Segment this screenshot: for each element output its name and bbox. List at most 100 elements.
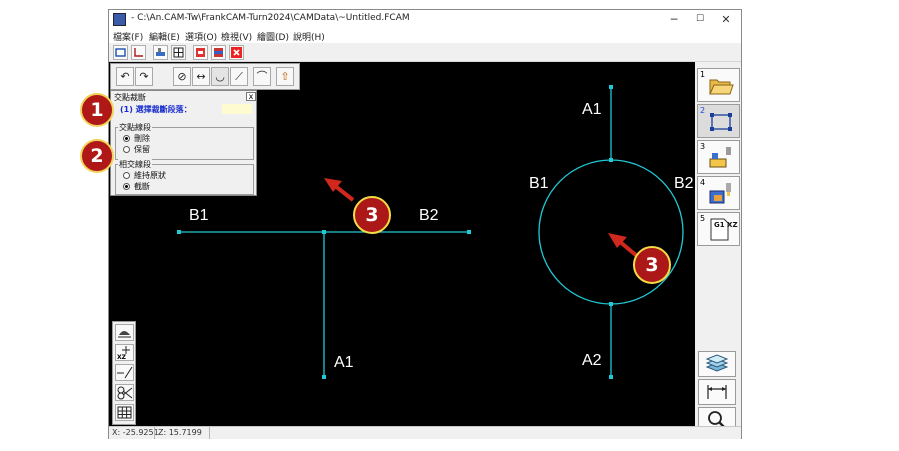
nc-red-icon[interactable] (193, 45, 208, 60)
grid-icon[interactable] (171, 45, 186, 60)
axis-icon[interactable] (131, 45, 146, 60)
radio-keep-original[interactable] (123, 172, 130, 179)
layers-icon (705, 354, 729, 372)
gcode-icon (710, 218, 729, 241)
arrow-left (324, 178, 355, 202)
rectangle-select-icon (710, 113, 732, 131)
svg-text:XZ: XZ (117, 354, 127, 360)
maximize-button[interactable]: ☐ (687, 10, 713, 29)
view-button[interactable] (115, 324, 134, 341)
radio-cut-label: 截斷 (134, 182, 150, 191)
radio-delete-label: 刪除 (134, 134, 150, 143)
grid-toggle-button[interactable] (115, 404, 134, 421)
right-endpoint-a1 (609, 85, 613, 89)
fillet-curve-icon[interactable]: ◡ (211, 67, 229, 86)
upload-icon[interactable]: ⇧ (276, 67, 294, 86)
radio-cut[interactable] (123, 183, 130, 190)
title-bar: - C:\An.CAM-Tw\FrankCAM-Turn2024\CAMData… (109, 10, 741, 29)
xz-axis-icon: XZ (117, 346, 130, 361)
minimize-button[interactable]: ─ (661, 10, 687, 29)
radio-keep-original-label: 維持原狀 (134, 171, 166, 180)
app-icon (113, 13, 126, 26)
trim-icon[interactable]: ⊘ (173, 67, 191, 86)
panel-close-button[interactable]: x (246, 92, 256, 101)
main-toolbar (109, 43, 741, 62)
radio-keep[interactable] (123, 146, 130, 153)
label-left-a1: A1 (334, 354, 354, 371)
panel-title: 交點裁斷 (114, 93, 146, 102)
scissors-button[interactable] (115, 384, 134, 401)
label-left-b1: B1 (189, 207, 209, 224)
group-intersection-segment: 交點線段 刪除 保留 (115, 122, 254, 160)
layers-button[interactable] (698, 351, 736, 377)
segment-input[interactable] (222, 104, 252, 114)
menu-help[interactable]: 說明(H) (293, 30, 325, 43)
label-right-b1: B1 (529, 175, 549, 192)
extend-icon[interactable]: ↔ (192, 67, 210, 86)
lathe-icon[interactable] (153, 45, 168, 60)
menu-draw[interactable]: 繪圖(D) (257, 30, 289, 43)
right-toolbar: 1 2 3 4 5 G1 XZ (695, 62, 741, 433)
view-icon (118, 331, 131, 338)
group1-title: 交點線段 (118, 122, 152, 133)
marker-2: 2 (80, 139, 114, 173)
left-endpoint-a1 (322, 375, 326, 379)
slope-icon[interactable]: ⟋ (230, 67, 248, 86)
close-button[interactable]: ✕ (713, 10, 739, 29)
close-red-icon[interactable] (229, 45, 244, 60)
nc-blue-icon[interactable] (211, 45, 226, 60)
rect-tool-icon[interactable] (113, 45, 128, 60)
measure-button[interactable] (698, 379, 736, 405)
menu-view[interactable]: 檢視(V) (221, 30, 252, 43)
rt-gcode-button[interactable]: 5 G1 XZ (697, 212, 740, 246)
rt-open-button[interactable]: 1 (697, 68, 740, 102)
status-divider (154, 427, 155, 439)
right-intersection-bottom (609, 302, 613, 306)
line-icon (117, 366, 133, 379)
label-right-b2: B2 (674, 175, 694, 192)
gcode-label: G1 XZ (714, 221, 738, 229)
status-z: Z: 15.7199 (158, 428, 202, 437)
redo-icon[interactable]: ↷ (135, 67, 153, 86)
menu-edit[interactable]: 編輯(E) (149, 30, 180, 43)
status-divider (209, 427, 210, 439)
label-right-a2: A2 (582, 352, 602, 369)
xz-axis-button[interactable]: XZ (115, 344, 134, 361)
intersect-trim-panel: 交點裁斷 x (1) 選擇裁斷段落： 交點線段 刪除 保留 相交線段 維持原狀 … (110, 90, 257, 196)
grid-icon (117, 406, 132, 419)
left-toolbar: XZ (112, 321, 136, 425)
edit-toolbar: ↶ ↷ ⊘ ↔ ◡ ⟋ ⌒ ⇧ (110, 63, 300, 90)
line-button[interactable] (115, 364, 134, 381)
arrow-right (608, 233, 639, 258)
label-left-b2: B2 (419, 207, 439, 224)
marker-1: 1 (80, 93, 114, 127)
undo-icon[interactable]: ↶ (116, 67, 134, 86)
menu-bar: 檔案(F) 編輯(E) 選項(O) 檢視(V) 繪圖(D) 說明(H) (109, 29, 741, 43)
measure-icon (707, 385, 727, 399)
tool-path-icon (709, 147, 731, 168)
marker-3-right: 3 (633, 246, 671, 284)
rt-toolholder-button[interactable]: 4 (697, 176, 740, 210)
menu-options[interactable]: 選項(O) (185, 30, 217, 43)
folder-open-icon (709, 79, 734, 95)
arc-icon[interactable]: ⌒ (253, 67, 271, 86)
rt-select-button[interactable]: 2 (697, 104, 740, 138)
rt-toolpath-button[interactable]: 3 (697, 140, 740, 174)
status-bar: X: -25.9251 Z: 15.7199 (109, 426, 741, 439)
group-intersecting-segment: 相交線段 維持原狀 截斷 (115, 159, 254, 195)
radio-keep-label: 保留 (134, 145, 150, 154)
scissors-icon (117, 386, 133, 400)
app-window: - C:\An.CAM-Tw\FrankCAM-Turn2024\CAMData… (108, 9, 742, 439)
status-x: X: -25.9251 (112, 428, 159, 437)
marker-3-left: 3 (353, 196, 391, 234)
label-right-a1: A1 (582, 101, 602, 118)
right-endpoint-a2 (609, 375, 613, 379)
group2-title: 相交線段 (118, 159, 152, 170)
left-endpoint-b1 (177, 230, 181, 234)
window-title: - C:\An.CAM-Tw\FrankCAM-Turn2024\CAMData… (131, 13, 410, 23)
right-circle[interactable] (538, 159, 684, 305)
panel-prompt: (1) 選擇裁斷段落： (120, 105, 192, 114)
left-endpoint-b2 (467, 230, 471, 234)
radio-delete[interactable] (123, 135, 130, 142)
menu-file[interactable]: 檔案(F) (113, 30, 143, 43)
